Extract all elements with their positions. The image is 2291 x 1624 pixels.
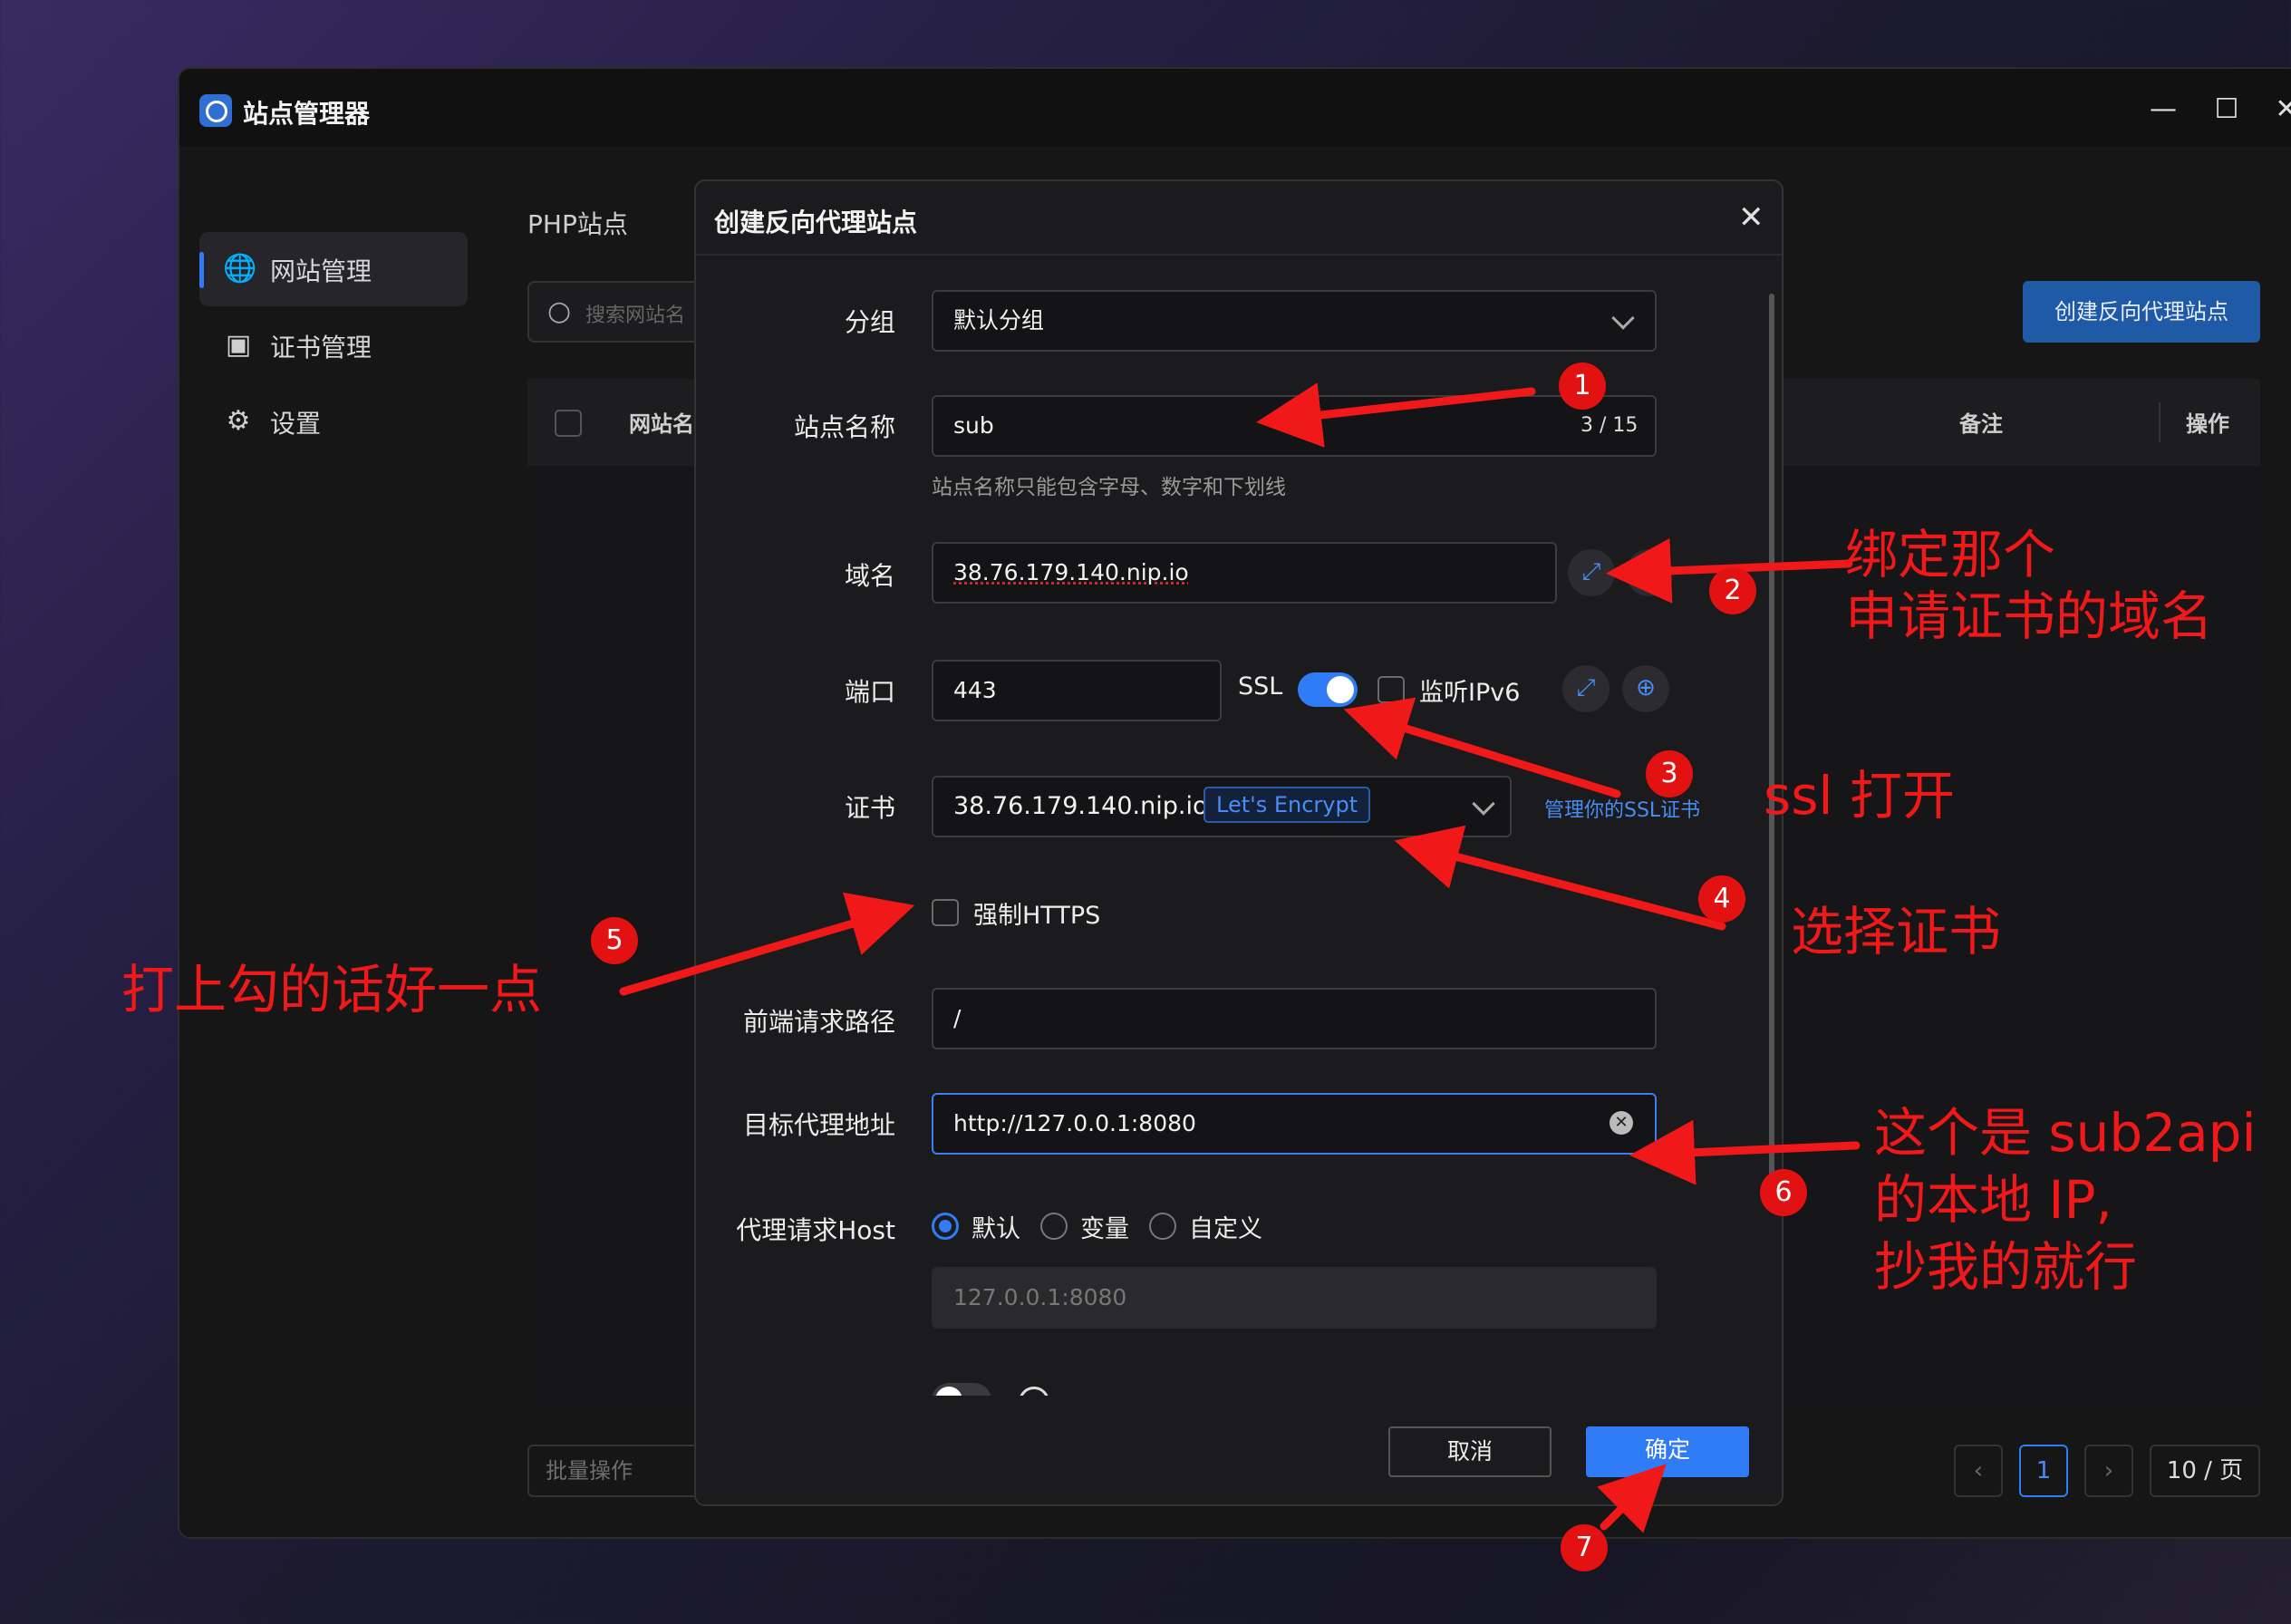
proxy-host-custom-radio[interactable] — [1149, 1213, 1176, 1240]
front-path-value: / — [953, 1005, 962, 1031]
globe-icon: 🌐 — [223, 253, 257, 285]
app-title: 站点管理器 — [243, 99, 371, 129]
annotation-text-2b: 申请证书的域名 — [1845, 585, 2214, 647]
sidebar-item-sites[interactable]: 🌐 网站管理 — [199, 232, 468, 306]
annotation-text-2a: 绑定那个 — [1845, 524, 2056, 585]
proxy-host-input: 127.0.0.1:8080 — [932, 1267, 1657, 1329]
expand-port-icon[interactable]: ⤢ — [1562, 665, 1610, 712]
annotation-number-3: 3 — [1646, 750, 1693, 798]
page-size-select[interactable]: 10 / 页 — [2150, 1445, 2260, 1497]
annotation-number-7: 7 — [1561, 1524, 1608, 1571]
domain-value: 38.76.179.140.nip.io — [953, 559, 1189, 585]
search-icon: ○ — [547, 295, 572, 327]
ipv6-label: 监听IPv6 — [1419, 679, 1521, 707]
title-bar: 站点管理器 — ☐ ✕ — [179, 69, 2291, 147]
domain-label: 域名 — [844, 561, 895, 591]
confirm-button[interactable]: 确定 — [1586, 1426, 1749, 1477]
group-value: 默认分组 — [953, 307, 1045, 334]
site-name-value: sub — [953, 412, 994, 439]
app-globe-icon — [199, 94, 232, 127]
force-https-checkbox[interactable] — [932, 899, 959, 926]
page-1-button[interactable]: 1 — [2019, 1445, 2068, 1497]
create-proxy-modal: 创建反向代理站点 ✕ 分组 默认分组 站点名称 sub 3 / 15 站点名称只… — [694, 179, 1784, 1506]
target-url-value: http://127.0.0.1:8080 — [953, 1110, 1196, 1136]
chevron-down-icon — [1611, 306, 1635, 330]
front-path-input[interactable]: / — [932, 988, 1657, 1049]
add-port-icon[interactable]: ⊕ — [1622, 665, 1669, 712]
annotation-text-3: ssl 打开 — [1764, 765, 1955, 826]
next-page-button[interactable]: › — [2084, 1445, 2133, 1497]
sidebar-item-label: 设置 — [270, 409, 322, 439]
site-name-input[interactable]: sub 3 / 15 — [932, 395, 1657, 457]
port-input[interactable]: 443 — [932, 660, 1222, 721]
front-path-label: 前端请求路径 — [742, 1007, 895, 1037]
sidebar-item-label: 网站管理 — [270, 256, 372, 286]
group-select[interactable]: 默认分组 — [932, 290, 1657, 352]
cert-label: 证书 — [844, 793, 895, 823]
annotation-number-4: 4 — [1698, 875, 1745, 923]
cancel-button[interactable]: 取消 — [1388, 1426, 1552, 1477]
modal-divider — [696, 254, 1782, 256]
port-value: 443 — [953, 677, 997, 703]
ssl-toggle[interactable] — [1298, 672, 1358, 707]
annotation-text-6b: 的本地 IP, — [1874, 1169, 2112, 1231]
annotation-text-6a: 这个是 sub2api — [1874, 1102, 2257, 1164]
gear-icon: ⚙ — [226, 405, 251, 437]
column-divider — [2159, 402, 2160, 442]
column-header-remark: 备注 — [1959, 411, 2003, 437]
clear-input-icon[interactable]: ✕ — [1610, 1111, 1633, 1135]
annotation-text-6c: 抄我的就行 — [1874, 1236, 2138, 1298]
modal-close-icon[interactable]: ✕ — [1738, 199, 1764, 236]
ssl-label: SSL — [1238, 672, 1283, 701]
annotation-number-2: 2 — [1709, 567, 1756, 614]
column-header-action: 操作 — [2186, 411, 2229, 437]
force-https-label: 强制HTTPS — [973, 902, 1101, 930]
site-name-hint: 站点名称只能包含字母、数字和下划线 — [932, 476, 1286, 499]
site-name-label: 站点名称 — [793, 412, 895, 442]
annotation-number-5: 5 — [591, 917, 638, 964]
target-url-input[interactable]: http://127.0.0.1:8080 ✕ — [932, 1093, 1657, 1155]
cert-value: 38.76.179.140.nip.io — [953, 792, 1208, 820]
proxy-host-variable-radio[interactable] — [1040, 1213, 1068, 1240]
proxy-host-variable-label: 变量 — [1080, 1215, 1129, 1243]
proxy-host-default-radio[interactable] — [932, 1213, 959, 1240]
expand-domain-icon[interactable]: ⤢ — [1568, 549, 1615, 596]
annotation-text-5: 打上勾的话好一点 — [121, 959, 543, 1020]
proxy-host-label: 代理请求Host — [736, 1215, 895, 1245]
chevron-down-icon — [1472, 792, 1495, 816]
certificate-icon: ▣ — [225, 329, 252, 361]
close-window-button[interactable]: ✕ — [2266, 89, 2291, 130]
group-label: 分组 — [844, 307, 895, 337]
port-label: 端口 — [844, 677, 895, 707]
add-domain-icon[interactable]: ⊕ — [1626, 549, 1673, 596]
annotation-number-6: 6 — [1760, 1169, 1807, 1216]
search-placeholder: 搜索网站名 — [585, 304, 686, 327]
select-all-checkbox[interactable] — [555, 410, 582, 437]
maximize-button[interactable]: ☐ — [2206, 89, 2248, 130]
cert-issuer-badge: Let's Encrypt — [1204, 787, 1371, 823]
sidebar-item-certificates[interactable]: ▣ 证书管理 — [199, 308, 468, 382]
prev-page-button[interactable]: ‹ — [1954, 1445, 2003, 1497]
column-header-name[interactable]: 网站名 — [629, 406, 694, 438]
modal-title: 创建反向代理站点 — [714, 208, 918, 237]
proxy-host-custom-label: 自定义 — [1189, 1215, 1262, 1243]
target-label: 目标代理地址 — [742, 1110, 895, 1140]
annotation-number-1: 1 — [1559, 362, 1606, 410]
proxy-host-default-label: 默认 — [972, 1215, 1020, 1243]
proxy-host-value: 127.0.0.1:8080 — [953, 1284, 1127, 1310]
minimize-button[interactable]: — — [2142, 89, 2184, 130]
create-proxy-site-button[interactable]: 创建反向代理站点 — [2023, 281, 2260, 343]
domain-input[interactable]: 38.76.179.140.nip.io — [932, 542, 1557, 604]
page-title: PHP站点 — [527, 209, 628, 239]
sidebar: 🌐 网站管理 ▣ 证书管理 ⚙ 设置 — [179, 147, 488, 1537]
annotation-text-4: 选择证书 — [1791, 901, 2002, 962]
manage-ssl-link[interactable]: 管理你的SSL证书 — [1544, 794, 1700, 823]
sidebar-item-label: 证书管理 — [270, 333, 372, 362]
sidebar-item-settings[interactable]: ⚙ 设置 — [199, 384, 468, 459]
ipv6-checkbox[interactable] — [1378, 676, 1405, 703]
modal-scrollbar[interactable] — [1769, 294, 1774, 1182]
